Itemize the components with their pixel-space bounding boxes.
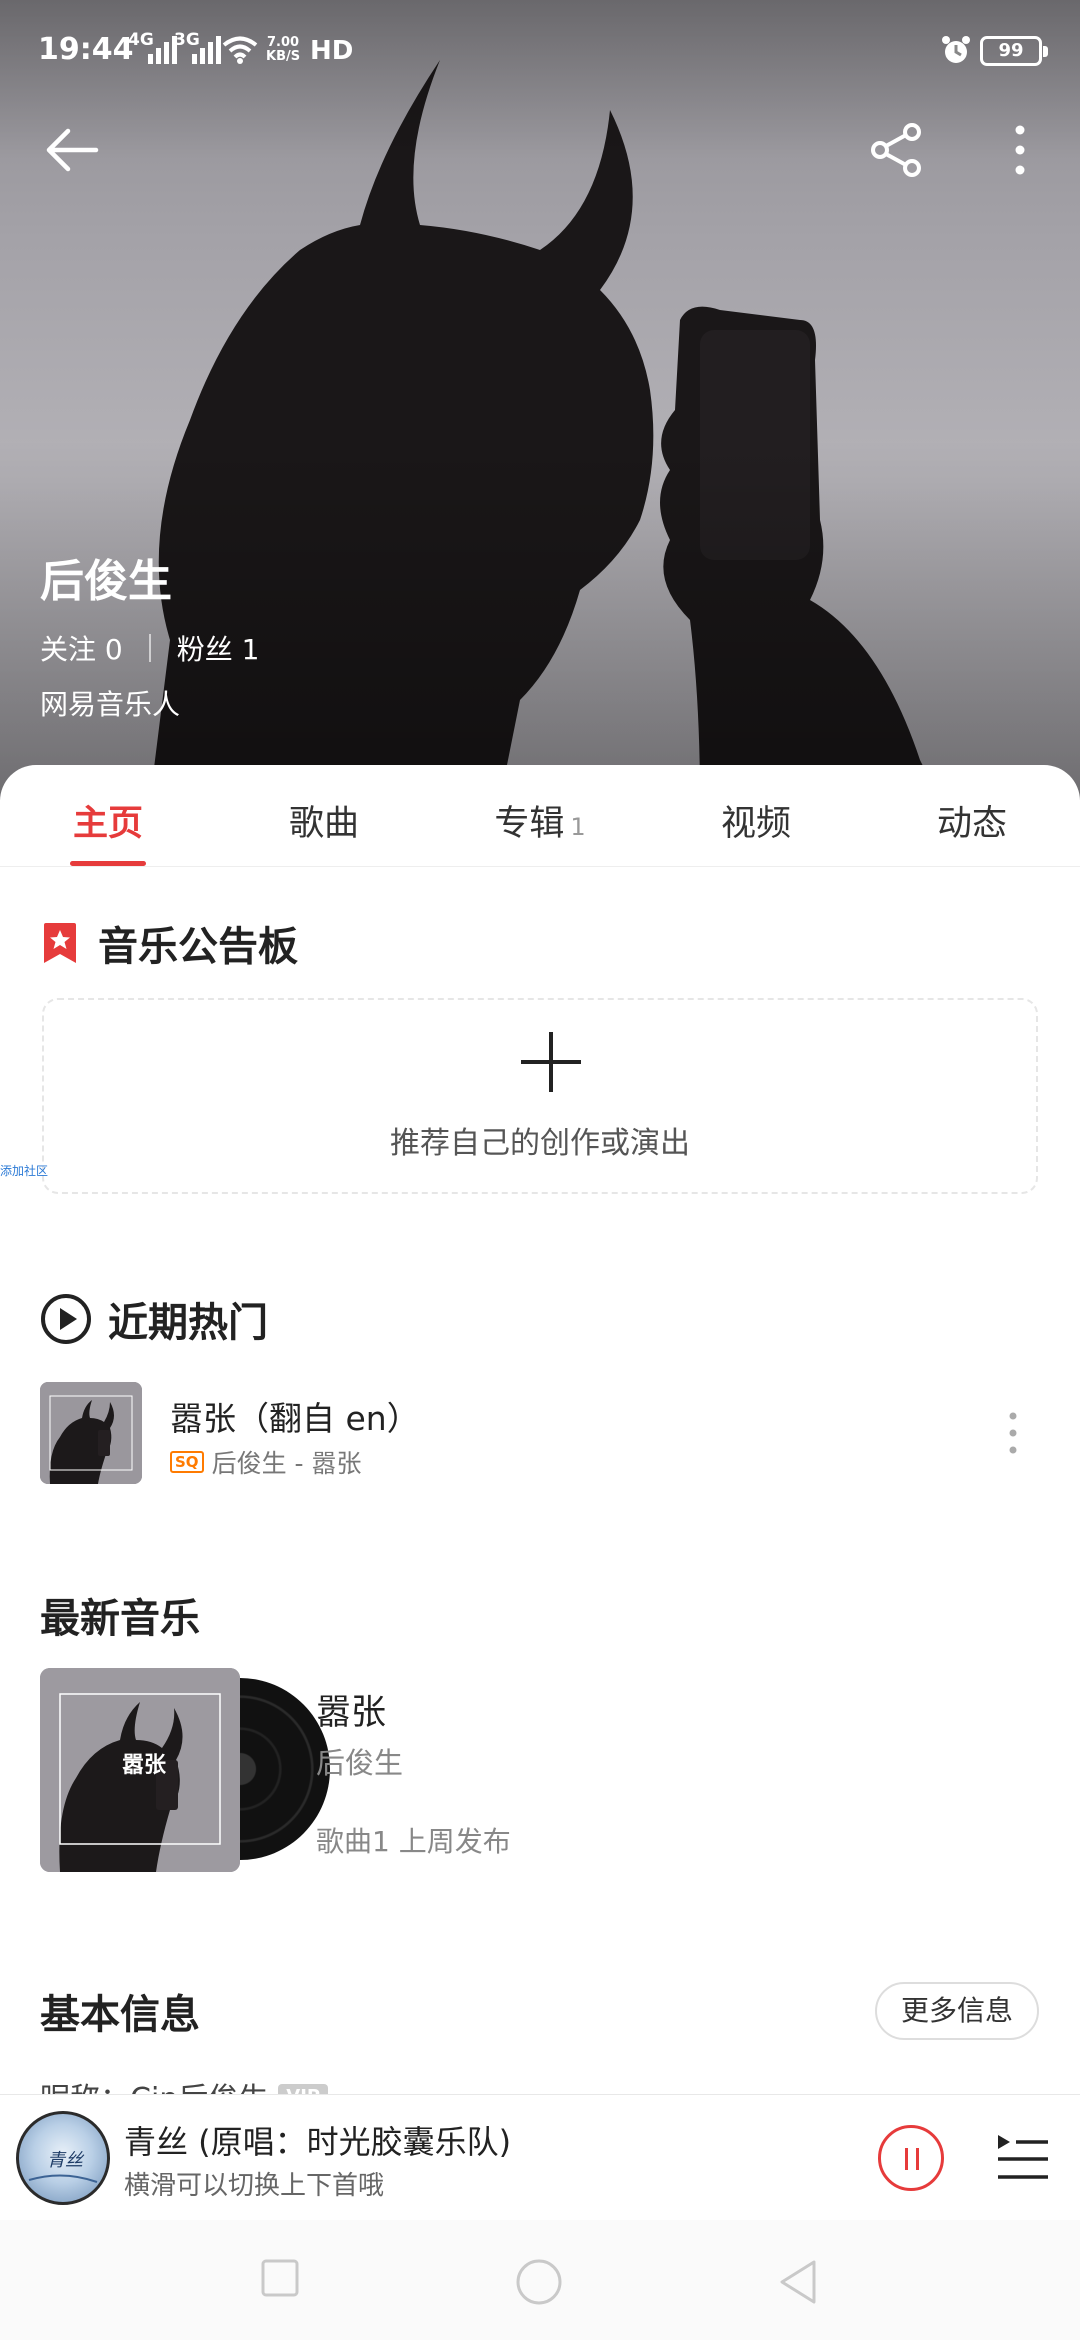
profile-name: 后俊生 xyxy=(40,556,172,607)
album-artist: 后俊生 xyxy=(316,1746,404,1780)
battery-indicator: 99 xyxy=(980,36,1048,66)
signal-bars-icon xyxy=(192,36,221,64)
following-stat[interactable]: 关注 0 xyxy=(40,628,123,668)
tab-label: 专辑 xyxy=(494,804,565,844)
board-title: 音乐公告板 xyxy=(98,924,298,970)
song-more-button[interactable] xyxy=(1006,1410,1020,1460)
latest-section-title: 最新音乐 xyxy=(40,1596,200,1642)
hot-title: 近期热门 xyxy=(108,1300,268,1346)
player-disc: 青丝 xyxy=(16,2111,110,2205)
tab-activity[interactable]: 动态 xyxy=(864,765,1080,866)
tab-label: 歌曲 xyxy=(288,804,359,844)
song-artist-album: 后俊生 - 嚣张 xyxy=(211,1449,362,1478)
network-speed-unit: KB/S xyxy=(266,49,301,64)
wifi-icon xyxy=(222,36,258,64)
hot-section-header: 近期热门 xyxy=(40,1290,268,1348)
mini-player[interactable]: 青丝 青丝 (原唱：时光胶囊乐队) 横滑可以切换上下首哦 xyxy=(0,2094,1080,2220)
followers-stat[interactable]: 粉丝 1 xyxy=(177,628,260,668)
player-disc-art: 青丝 xyxy=(28,2150,98,2183)
album-cover-text: 嚣张 xyxy=(122,1753,167,1778)
album-cover-art: 嚣张 xyxy=(40,1668,240,1872)
followers-count: 1 xyxy=(241,633,260,666)
profile-stats: 关注 0 粉丝 1 xyxy=(40,628,260,668)
more-options-button[interactable] xyxy=(988,118,1052,182)
song-title: 嚣张（翻自 en） xyxy=(170,1399,420,1438)
status-bar: 19:44 4G 3G 7.00 KB/S HD 99 xyxy=(0,0,1080,100)
following-count: 0 xyxy=(104,633,123,666)
album-meta: 歌曲1 上周发布 xyxy=(316,1825,511,1858)
add-recommendation-card[interactable]: 推荐自己的创作或演出 xyxy=(42,998,1038,1194)
more-info-button[interactable]: 更多信息 xyxy=(875,1982,1039,2040)
player-disc-text: 青丝 xyxy=(47,2150,85,2171)
network-speed: 7.00 KB/S xyxy=(266,36,300,64)
playlist-button[interactable] xyxy=(996,2131,1050,2187)
tab-label: 视频 xyxy=(720,804,791,844)
tab-videos[interactable]: 视频 xyxy=(648,765,864,866)
latest-album-card[interactable]: 嚣张 xyxy=(40,1668,330,1872)
profile-role: 网易音乐人 xyxy=(40,688,181,721)
profile-tabs: 主页 歌曲 专辑 1 视频 动态 xyxy=(0,765,1080,867)
song-subtitle: SQ 后俊生 - 嚣张 xyxy=(170,1444,361,1480)
play-circle-icon xyxy=(41,1294,91,1344)
arrow-left-icon xyxy=(46,128,99,172)
following-label: 关注 xyxy=(40,633,97,666)
song-cover xyxy=(40,1382,142,1484)
tab-songs[interactable]: 歌曲 xyxy=(216,765,432,866)
tab-label: 主页 xyxy=(72,804,143,844)
album-title: 嚣张 xyxy=(316,1693,387,1733)
plus-icon xyxy=(521,1032,581,1092)
back-button[interactable] xyxy=(40,118,104,182)
song-cover-art xyxy=(40,1382,142,1484)
home-icon[interactable] xyxy=(515,2258,563,2306)
signal-bars-icon xyxy=(148,36,177,64)
tab-home[interactable]: 主页 xyxy=(0,765,216,866)
tab-label: 动态 xyxy=(936,804,1007,844)
player-hint: 横滑可以切换上下首哦 xyxy=(124,2171,385,2201)
network-speed-value: 7.00 xyxy=(267,35,300,50)
stats-divider xyxy=(148,634,151,662)
hot-song-row[interactable]: 嚣张（翻自 en） SQ 后俊生 - 嚣张 xyxy=(40,1382,1040,1484)
pause-button[interactable] xyxy=(878,2125,944,2191)
side-community-link[interactable]: 添加社区 xyxy=(0,1162,48,1179)
player-song-title: 青丝 (原唱：时光胶囊乐队) xyxy=(124,2123,512,2161)
status-time: 19:44 xyxy=(38,32,134,67)
board-section-header: 音乐公告板 xyxy=(40,914,298,972)
system-nav-bar xyxy=(0,2220,1080,2340)
add-recommendation-text: 推荐自己的创作或演出 xyxy=(390,1126,690,1161)
followers-label: 粉丝 xyxy=(176,633,233,666)
hd-indicator: HD xyxy=(310,36,354,66)
bookmark-star-icon xyxy=(44,923,76,963)
alarm-icon xyxy=(942,36,970,63)
more-vertical-icon xyxy=(1009,1412,1017,1454)
playlist-icon xyxy=(998,2135,1048,2179)
back-nav-icon[interactable] xyxy=(778,2258,818,2306)
recent-apps-icon[interactable] xyxy=(260,2258,300,2298)
album-cover: 嚣张 xyxy=(40,1668,240,1872)
share-icon xyxy=(871,123,921,177)
more-vertical-icon xyxy=(1015,125,1025,175)
tab-count: 1 xyxy=(570,813,586,841)
share-button[interactable] xyxy=(864,118,928,182)
basic-info-title: 基本信息 xyxy=(40,1992,200,2038)
sq-badge: SQ xyxy=(170,1451,204,1473)
tab-albums[interactable]: 专辑 1 xyxy=(432,765,648,866)
